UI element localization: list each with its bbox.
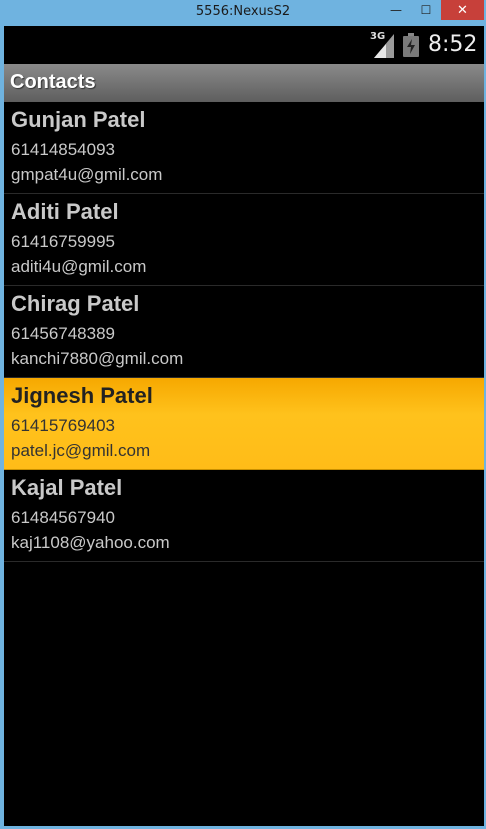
contact-phone: 61414854093: [11, 140, 116, 159]
device-screen: 3G 8:52 Contacts Gunjan Patel 6141485409…: [4, 26, 484, 826]
contact-phone: 61456748389: [11, 324, 116, 343]
status-time: 8:52: [428, 32, 478, 57]
contact-name: Gunjan Patel: [11, 107, 146, 132]
contact-row[interactable]: Gunjan Patel 61414854093 gmpat4u@gmil.co…: [4, 102, 484, 194]
app-title: Contacts: [10, 71, 96, 93]
contact-phone: 61416759995: [11, 232, 116, 251]
contact-email: gmpat4u@gmil.com: [11, 165, 163, 184]
network-type: 3G: [370, 31, 386, 42]
contacts-list: Gunjan Patel 61414854093 gmpat4u@gmil.co…: [4, 102, 484, 562]
contact-email: kanchi7880@gmil.com: [11, 349, 184, 368]
contact-row[interactable]: Chirag Patel 61456748389 kanchi7880@gmil…: [4, 286, 484, 378]
contact-name: Kajal Patel: [11, 475, 123, 500]
contact-name: Aditi Patel: [11, 199, 119, 224]
contact-row[interactable]: Kajal Patel 61484567940 kaj1108@yahoo.co…: [4, 470, 484, 562]
app-title-bar: Contacts: [4, 64, 484, 102]
contact-row[interactable]: Aditi Patel 61416759995 aditi4u@gmil.com: [4, 194, 484, 286]
contact-name: Chirag Patel: [11, 291, 140, 316]
contact-row-selected[interactable]: Jignesh Patel 61415769403 patel.jc@gmil.…: [4, 378, 484, 470]
maximize-button[interactable]: ☐: [412, 0, 440, 20]
contact-email: kaj1108@yahoo.com: [11, 533, 170, 552]
contact-phone: 61484567940: [11, 508, 116, 527]
close-button[interactable]: ✕: [441, 0, 484, 20]
window-titlebar[interactable]: 5556:NexusS2 — ☐ ✕: [0, 0, 486, 26]
contact-email: patel.jc@gmil.com: [11, 441, 151, 460]
status-bar: 3G 8:52: [4, 26, 484, 64]
minimize-button[interactable]: —: [382, 0, 410, 20]
battery-charging-icon: [403, 33, 419, 57]
contact-email: aditi4u@gmil.com: [11, 257, 147, 276]
contact-name: Jignesh Patel: [11, 383, 153, 408]
contact-phone: 61415769403: [11, 416, 116, 435]
emulator-window: 5556:NexusS2 — ☐ ✕ 3G 8:52 Contacts Gunj…: [0, 0, 486, 829]
